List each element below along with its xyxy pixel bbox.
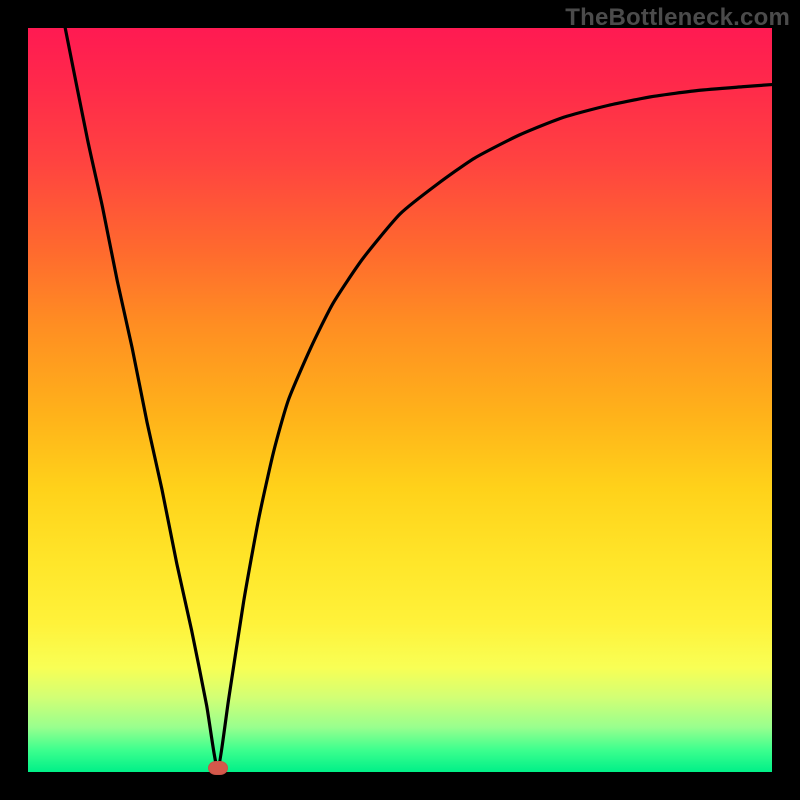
plot-area bbox=[28, 28, 772, 772]
chart-frame: TheBottleneck.com bbox=[0, 0, 800, 800]
minimum-marker bbox=[208, 761, 228, 775]
curve-svg bbox=[28, 28, 772, 772]
watermark-text: TheBottleneck.com bbox=[565, 4, 790, 32]
bottleneck-curve bbox=[65, 28, 772, 768]
